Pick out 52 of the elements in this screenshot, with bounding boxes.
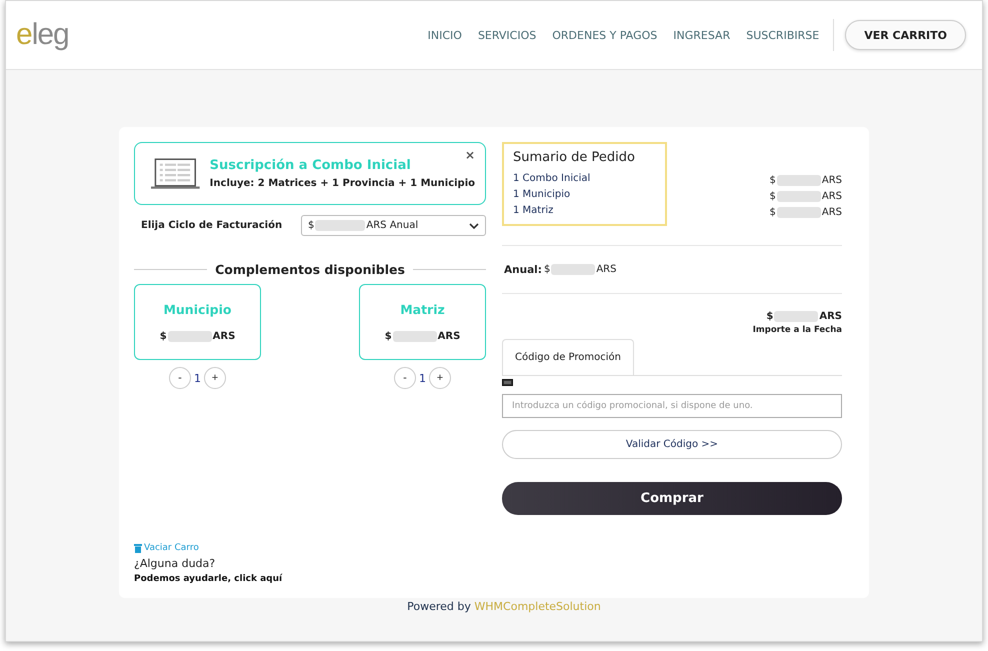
blurred-amount (776, 175, 821, 186)
price: $ ARS (160, 331, 236, 342)
price: $ ARS (384, 331, 460, 342)
product-title: Suscripción a Combo Inicial (210, 158, 412, 173)
summary-item: 1 Matriz (513, 205, 554, 216)
addons-heading: Complementos disponibles (215, 262, 405, 277)
total-price: $ ARS (766, 311, 842, 322)
recurring-label: Anual: (503, 264, 543, 276)
view-cart-button[interactable]: VER CARRITO (845, 20, 966, 50)
quantity: 1 (419, 372, 426, 384)
addon-card[interactable]: Matriz $ ARS (359, 284, 486, 360)
trash-icon (134, 544, 142, 552)
blurred-amount (774, 311, 818, 322)
addon-name: Matriz (400, 302, 445, 317)
help-link[interactable]: Podemos ayudarle, click aquí (134, 574, 282, 584)
chevron-icon (469, 222, 479, 228)
nav-link[interactable]: ORDENES Y PAGOS (544, 28, 666, 42)
blurred-amount (776, 207, 821, 218)
powered-by-text: Powered by WHMCompleteSolution (407, 600, 601, 613)
billing-select[interactable]: $ ARS Anual (301, 215, 486, 236)
nav-link[interactable]: SUSCRIBIRSE (738, 28, 828, 42)
plus-button[interactable]: + (204, 367, 226, 389)
addon-card[interactable]: Municipio $ ARS (134, 284, 261, 360)
blurred-amount (392, 331, 437, 342)
summary-item: 1 Municipio (513, 189, 572, 200)
question-text: ¿Alguna duda? (134, 557, 216, 570)
quantity: 1 (194, 372, 201, 384)
nav-link[interactable]: INICIO (420, 28, 470, 42)
billing-label: Elija Ciclo de Facturación (141, 220, 282, 231)
close-icon[interactable]: × (464, 148, 475, 162)
promo-tab[interactable]: Código de Promoción (502, 339, 634, 375)
price: $ ARS (769, 207, 842, 218)
blurred-amount (551, 264, 596, 275)
summary-title: Sumario de Pedido (513, 150, 636, 165)
minus-button[interactable]: - (394, 367, 416, 389)
product-includes: Incluye: 2 Matrices + 1 Provincia + 1 Municipio (210, 178, 475, 189)
addon-name: Municipio (163, 302, 232, 317)
nav-link[interactable]: SERVICIOS (470, 28, 544, 42)
summary-item: 1 Combo Inicial (513, 173, 592, 184)
minus-button[interactable]: - (169, 367, 191, 389)
price: $ ARS (769, 175, 842, 186)
price: $ ARS (544, 264, 616, 275)
total-caption: Importe a la Fecha (752, 325, 842, 335)
blurred-amount (776, 191, 821, 202)
price: $ ARS (769, 191, 842, 202)
plus-button[interactable]: + (429, 367, 451, 389)
promo-code-field[interactable]: Introduzca un código promocional, si dispone de uno. (502, 394, 842, 418)
blurred-amount (168, 331, 212, 342)
ticket-icon (502, 379, 513, 386)
nav-link[interactable]: INGRESAR (665, 28, 738, 42)
validate-code-button[interactable]: Validar Código >> (502, 430, 842, 459)
buy-button[interactable]: Comprar (502, 482, 842, 515)
